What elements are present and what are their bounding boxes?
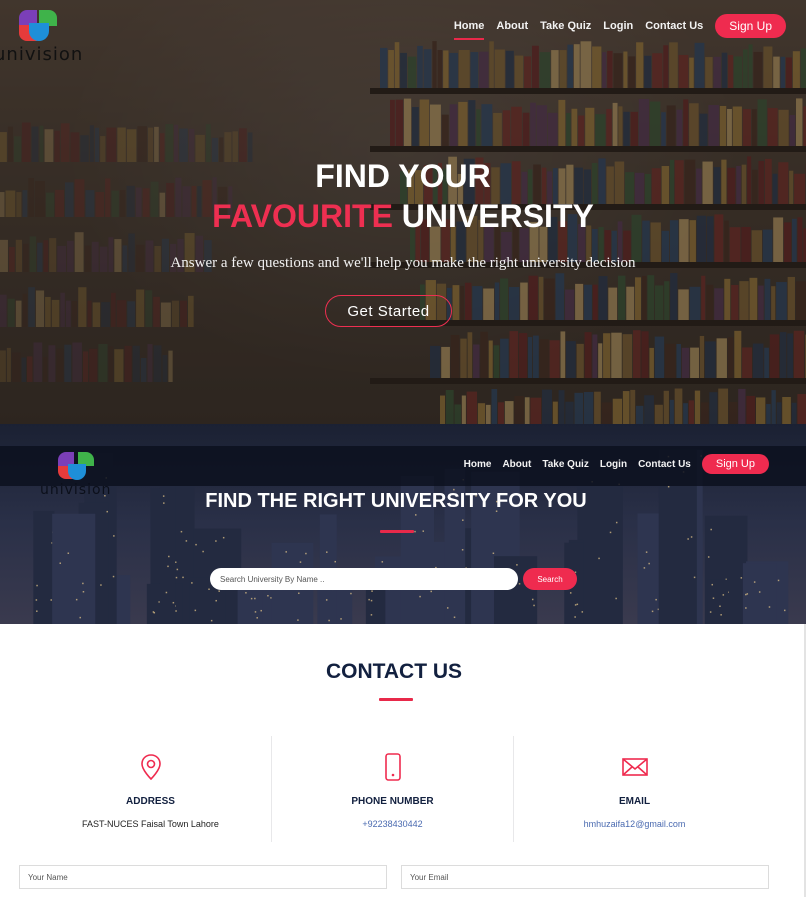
- hero-section: univision Home About Take Quiz Login Con…: [0, 0, 806, 424]
- hero-title-line1: FIND YOUR: [315, 158, 491, 194]
- contact-info-columns: ADDRESS FAST-NUCES Faisal Town Lahore PH…: [30, 736, 755, 842]
- title-underline: [379, 698, 413, 701]
- hero-title-rest: UNIVERSITY: [392, 198, 594, 234]
- title-underline: [380, 530, 414, 533]
- nav-contact-us[interactable]: Contact Us: [638, 459, 691, 470]
- hero-nav: Home About Take Quiz Login Contact Us Si…: [442, 14, 786, 40]
- nav-contact-us[interactable]: Contact Us: [645, 20, 703, 32]
- contact-label: EMAIL: [618, 796, 651, 807]
- nav-about[interactable]: About: [496, 20, 528, 32]
- nav-home[interactable]: Home: [453, 20, 484, 40]
- logo-text: univision: [0, 44, 84, 65]
- contact-label: PHONE NUMBER: [351, 796, 434, 807]
- hero-title-accent: FAVOURITE: [212, 198, 393, 234]
- nav-login[interactable]: Login: [603, 20, 633, 32]
- nav-login[interactable]: Login: [600, 459, 627, 470]
- contact-address: ADDRESS FAST-NUCES Faisal Town Lahore: [30, 736, 271, 842]
- signup-button[interactable]: Sign Up: [701, 454, 769, 474]
- envelope-icon: [621, 758, 648, 776]
- get-started-button[interactable]: Get Started: [325, 295, 452, 327]
- nav-home[interactable]: Home: [464, 459, 492, 470]
- contact-email: EMAIL hmhuzaifa12@gmail.com: [513, 736, 755, 842]
- phone-icon: [384, 753, 401, 781]
- address-value: FAST-NUCES Faisal Town Lahore: [82, 819, 219, 829]
- contact-section: CONTACT US ADDRESS FAST-NUCES Faisal Tow…: [0, 624, 806, 897]
- logo-mark-icon: [56, 450, 96, 480]
- search-section-title: FIND THE RIGHT UNIVERSITY FOR YOU: [205, 490, 587, 512]
- signup-button[interactable]: Sign Up: [715, 14, 786, 38]
- search-button[interactable]: Search: [523, 568, 577, 590]
- your-name-field[interactable]: [19, 865, 387, 889]
- contact-title: CONTACT US: [325, 660, 463, 683]
- sticky-nav: Home About Take Quiz Login Contact Us Si…: [453, 454, 769, 474]
- email-link[interactable]: hmhuzaifa12@gmail.com: [514, 819, 755, 829]
- nav-take-quiz[interactable]: Take Quiz: [540, 20, 591, 32]
- brand-logo[interactable]: univision: [0, 8, 83, 65]
- contact-label: ADDRESS: [126, 796, 175, 807]
- nav-about[interactable]: About: [502, 459, 531, 470]
- university-search-input[interactable]: [210, 568, 518, 590]
- phone-link[interactable]: +92238430442: [272, 819, 513, 829]
- hero-subtitle: Answer a few questions and we'll help yo…: [170, 255, 636, 271]
- hero-title-line2: FAVOURITE UNIVERSITY: [0, 196, 806, 236]
- contact-phone: PHONE NUMBER +92238430442: [271, 736, 513, 842]
- map-pin-icon: [140, 754, 161, 781]
- logo-mark-icon: [17, 8, 61, 42]
- nav-take-quiz[interactable]: Take Quiz: [542, 459, 589, 470]
- search-section: univision Home About Take Quiz Login Con…: [0, 424, 806, 624]
- your-email-field[interactable]: [401, 865, 769, 889]
